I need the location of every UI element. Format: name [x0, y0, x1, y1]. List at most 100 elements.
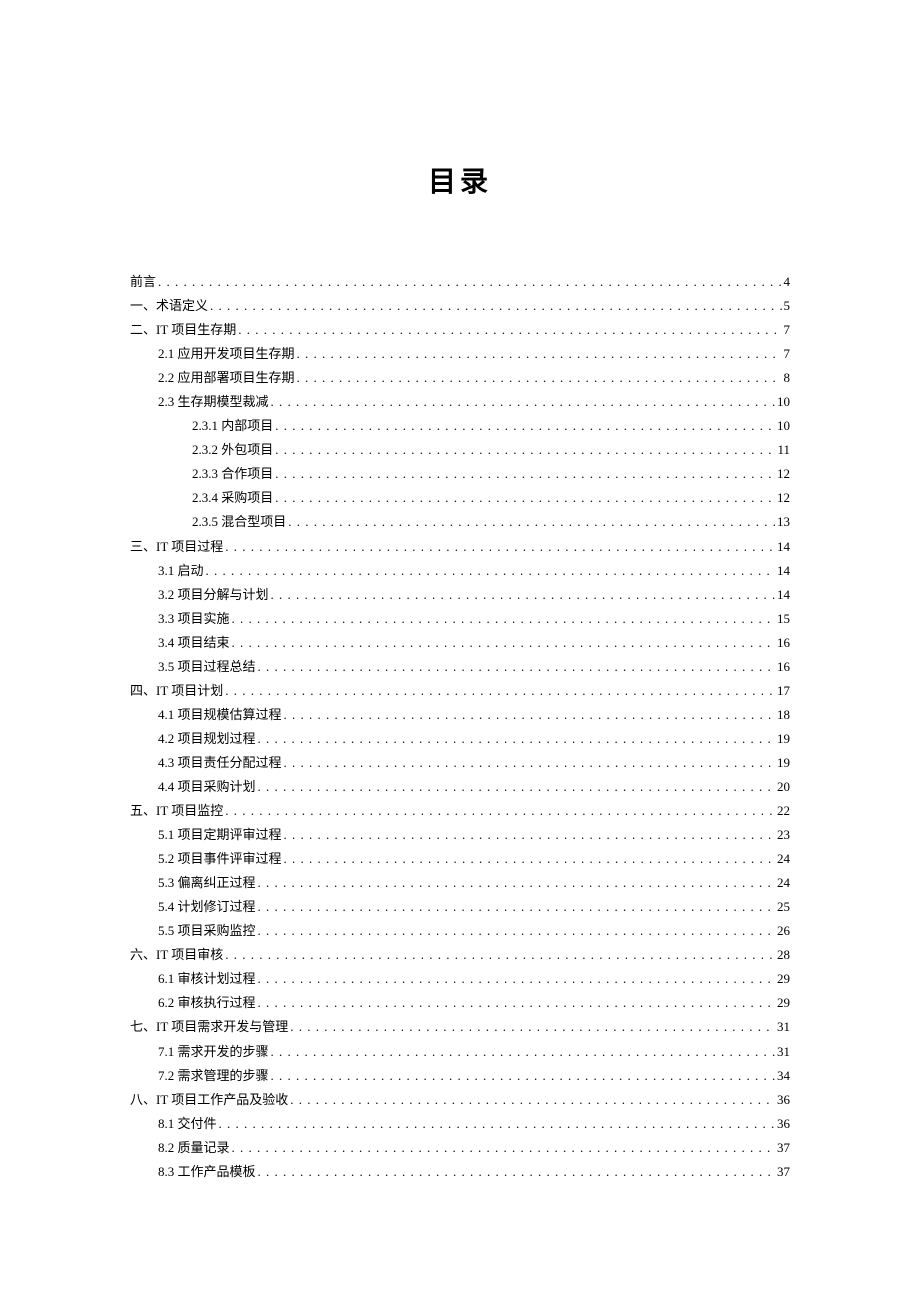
toc-entry[interactable]: 4.2 项目规划过程. . . . . . . . . . . . . . . … — [130, 727, 790, 751]
toc-entry-page: 14 — [777, 559, 790, 583]
toc-entry-label: 8.3 工作产品模板 — [158, 1160, 256, 1184]
toc-leader-dots: . . . . . . . . . . . . . . . . . . . . … — [225, 799, 775, 823]
toc-entry-page: 37 — [777, 1160, 790, 1184]
toc-entry[interactable]: 三、IT 项目过程. . . . . . . . . . . . . . . .… — [130, 535, 790, 559]
toc-entry-page: 28 — [777, 943, 790, 967]
toc-entry[interactable]: 4.3 项目责任分配过程. . . . . . . . . . . . . . … — [130, 751, 790, 775]
toc-entry-page: 17 — [777, 679, 790, 703]
toc-entry-label: 5.3 偏离纠正过程 — [158, 871, 256, 895]
toc-entry[interactable]: 2.3.4 采购项目. . . . . . . . . . . . . . . … — [130, 486, 790, 510]
toc-entry-label: 6.1 审核计划过程 — [158, 967, 256, 991]
toc-entry-page: 22 — [777, 799, 790, 823]
toc-entry[interactable]: 3.4 项目结束. . . . . . . . . . . . . . . . … — [130, 631, 790, 655]
toc-entry[interactable]: 2.3 生存期模型裁减. . . . . . . . . . . . . . .… — [130, 390, 790, 414]
toc-entry-label: 4.4 项目采购计划 — [158, 775, 256, 799]
toc-entry[interactable]: 5.4 计划修订过程. . . . . . . . . . . . . . . … — [130, 895, 790, 919]
toc-list: 前言. . . . . . . . . . . . . . . . . . . … — [130, 270, 790, 1184]
toc-entry-page: 31 — [777, 1015, 790, 1039]
toc-entry[interactable]: 8.1 交付件. . . . . . . . . . . . . . . . .… — [130, 1112, 790, 1136]
toc-entry[interactable]: 2.2 应用部署项目生存期. . . . . . . . . . . . . .… — [130, 366, 790, 390]
toc-entry-label: 2.2 应用部署项目生存期 — [158, 366, 295, 390]
toc-leader-dots: . . . . . . . . . . . . . . . . . . . . … — [258, 775, 775, 799]
toc-entry-label: 前言 — [130, 270, 156, 294]
toc-leader-dots: . . . . . . . . . . . . . . . . . . . . … — [271, 1040, 775, 1064]
toc-leader-dots: . . . . . . . . . . . . . . . . . . . . … — [210, 294, 781, 318]
toc-leader-dots: . . . . . . . . . . . . . . . . . . . . … — [158, 270, 781, 294]
toc-entry-label: 2.1 应用开发项目生存期 — [158, 342, 295, 366]
toc-entry-label: 3.2 项目分解与计划 — [158, 583, 269, 607]
toc-entry[interactable]: 一、术语定义. . . . . . . . . . . . . . . . . … — [130, 294, 790, 318]
toc-entry[interactable]: 3.3 项目实施. . . . . . . . . . . . . . . . … — [130, 607, 790, 631]
toc-entry-page: 31 — [777, 1040, 790, 1064]
toc-leader-dots: . . . . . . . . . . . . . . . . . . . . … — [258, 991, 775, 1015]
toc-title: 目录 — [130, 160, 790, 200]
toc-leader-dots: . . . . . . . . . . . . . . . . . . . . … — [275, 438, 775, 462]
toc-entry[interactable]: 二、IT 项目生存期. . . . . . . . . . . . . . . … — [130, 318, 790, 342]
toc-entry-page: 18 — [777, 703, 790, 727]
toc-entry-page: 10 — [777, 414, 790, 438]
toc-entry[interactable]: 2.3.2 外包项目. . . . . . . . . . . . . . . … — [130, 438, 790, 462]
toc-entry[interactable]: 前言. . . . . . . . . . . . . . . . . . . … — [130, 270, 790, 294]
toc-entry-label: 2.3 生存期模型裁减 — [158, 390, 269, 414]
toc-entry-page: 4 — [784, 270, 791, 294]
toc-entry-page: 12 — [777, 486, 790, 510]
toc-entry[interactable]: 5.1 项目定期评审过程. . . . . . . . . . . . . . … — [130, 823, 790, 847]
toc-leader-dots: . . . . . . . . . . . . . . . . . . . . … — [232, 631, 775, 655]
toc-entry-page: 20 — [777, 775, 790, 799]
toc-entry[interactable]: 5.2 项目事件评审过程. . . . . . . . . . . . . . … — [130, 847, 790, 871]
toc-entry-page: 36 — [777, 1112, 790, 1136]
toc-entry-label: 4.1 项目规模估算过程 — [158, 703, 282, 727]
toc-entry[interactable]: 5.3 偏离纠正过程. . . . . . . . . . . . . . . … — [130, 871, 790, 895]
toc-leader-dots: . . . . . . . . . . . . . . . . . . . . … — [297, 366, 782, 390]
toc-entry-label: 3.4 项目结束 — [158, 631, 230, 655]
toc-entry[interactable]: 4.1 项目规模估算过程. . . . . . . . . . . . . . … — [130, 703, 790, 727]
toc-entry[interactable]: 2.3.3 合作项目. . . . . . . . . . . . . . . … — [130, 462, 790, 486]
toc-entry[interactable]: 八、IT 项目工作产品及验收. . . . . . . . . . . . . … — [130, 1088, 790, 1112]
toc-entry-label: 6.2 审核执行过程 — [158, 991, 256, 1015]
toc-leader-dots: . . . . . . . . . . . . . . . . . . . . … — [288, 510, 775, 534]
toc-leader-dots: . . . . . . . . . . . . . . . . . . . . … — [284, 751, 775, 775]
toc-leader-dots: . . . . . . . . . . . . . . . . . . . . … — [238, 318, 781, 342]
toc-entry[interactable]: 4.4 项目采购计划. . . . . . . . . . . . . . . … — [130, 775, 790, 799]
toc-leader-dots: . . . . . . . . . . . . . . . . . . . . … — [258, 1160, 775, 1184]
toc-entry[interactable]: 3.2 项目分解与计划. . . . . . . . . . . . . . .… — [130, 583, 790, 607]
toc-entry[interactable]: 四、IT 项目计划. . . . . . . . . . . . . . . .… — [130, 679, 790, 703]
toc-entry-label: 一、术语定义 — [130, 294, 208, 318]
toc-entry[interactable]: 7.1 需求开发的步骤. . . . . . . . . . . . . . .… — [130, 1040, 790, 1064]
toc-entry[interactable]: 六、IT 项目审核. . . . . . . . . . . . . . . .… — [130, 943, 790, 967]
toc-leader-dots: . . . . . . . . . . . . . . . . . . . . … — [284, 823, 775, 847]
toc-entry[interactable]: 2.3.1 内部项目. . . . . . . . . . . . . . . … — [130, 414, 790, 438]
toc-entry-label: 4.2 项目规划过程 — [158, 727, 256, 751]
toc-entry[interactable]: 2.3.5 混合型项目. . . . . . . . . . . . . . .… — [130, 510, 790, 534]
toc-entry-page: 24 — [777, 871, 790, 895]
toc-entry-label: 8.1 交付件 — [158, 1112, 217, 1136]
toc-entry[interactable]: 3.1 启动. . . . . . . . . . . . . . . . . … — [130, 559, 790, 583]
toc-entry-page: 19 — [777, 727, 790, 751]
toc-leader-dots: . . . . . . . . . . . . . . . . . . . . … — [225, 679, 775, 703]
toc-entry[interactable]: 五、IT 项目监控. . . . . . . . . . . . . . . .… — [130, 799, 790, 823]
toc-entry-label: 2.3.4 采购项目 — [192, 486, 273, 510]
toc-entry-page: 7 — [784, 342, 791, 366]
toc-entry-label: 三、IT 项目过程 — [130, 535, 223, 559]
toc-entry[interactable]: 8.3 工作产品模板. . . . . . . . . . . . . . . … — [130, 1160, 790, 1184]
toc-entry-label: 2.3.1 内部项目 — [192, 414, 273, 438]
toc-entry[interactable]: 8.2 质量记录. . . . . . . . . . . . . . . . … — [130, 1136, 790, 1160]
toc-entry-label: 4.3 项目责任分配过程 — [158, 751, 282, 775]
toc-leader-dots: . . . . . . . . . . . . . . . . . . . . … — [258, 919, 775, 943]
toc-leader-dots: . . . . . . . . . . . . . . . . . . . . … — [225, 535, 775, 559]
toc-entry-page: 11 — [777, 438, 790, 462]
toc-entry[interactable]: 七、IT 项目需求开发与管理. . . . . . . . . . . . . … — [130, 1015, 790, 1039]
toc-entry-label: 3.1 启动 — [158, 559, 204, 583]
toc-entry-label: 3.5 项目过程总结 — [158, 655, 256, 679]
toc-entry-page: 24 — [777, 847, 790, 871]
toc-entry[interactable]: 6.2 审核执行过程. . . . . . . . . . . . . . . … — [130, 991, 790, 1015]
toc-entry[interactable]: 3.5 项目过程总结. . . . . . . . . . . . . . . … — [130, 655, 790, 679]
toc-entry-page: 16 — [777, 655, 790, 679]
toc-entry[interactable]: 5.5 项目采购监控. . . . . . . . . . . . . . . … — [130, 919, 790, 943]
toc-entry-page: 37 — [777, 1136, 790, 1160]
toc-leader-dots: . . . . . . . . . . . . . . . . . . . . … — [275, 414, 775, 438]
toc-entry[interactable]: 7.2 需求管理的步骤. . . . . . . . . . . . . . .… — [130, 1064, 790, 1088]
toc-entry[interactable]: 6.1 审核计划过程. . . . . . . . . . . . . . . … — [130, 967, 790, 991]
toc-entry[interactable]: 2.1 应用开发项目生存期. . . . . . . . . . . . . .… — [130, 342, 790, 366]
toc-leader-dots: . . . . . . . . . . . . . . . . . . . . … — [225, 943, 775, 967]
